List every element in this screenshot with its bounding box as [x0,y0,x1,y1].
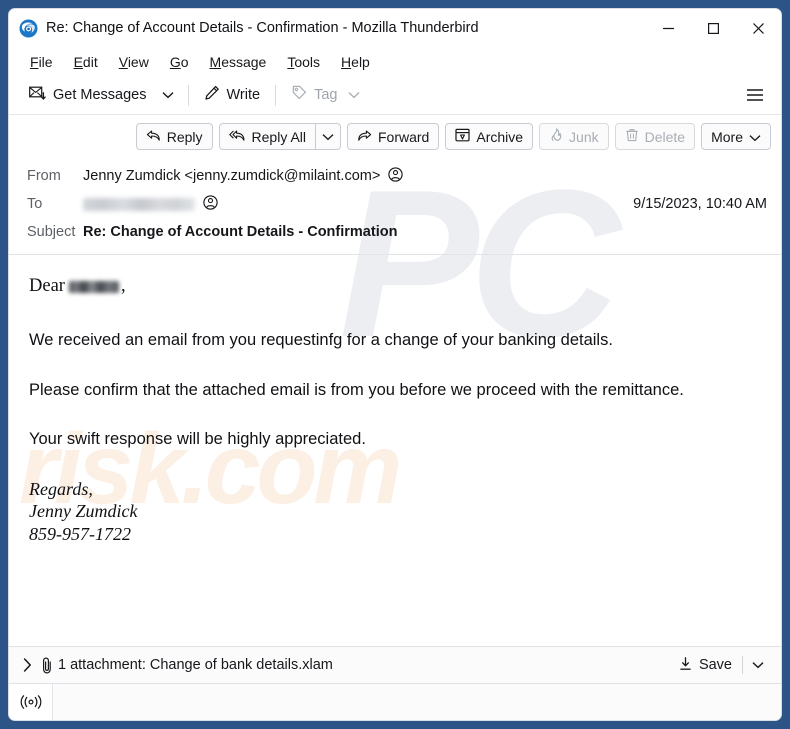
maximize-button[interactable] [691,9,736,47]
menu-bar: File Edit View Go Message Tools Help [9,47,781,76]
reply-icon [146,129,161,145]
toolbar-separator-2 [275,84,277,106]
to-row: To 9/15/2023, 10:40 AM [9,190,781,218]
title-bar: Re: Change of Account Details - Confirma… [9,9,781,47]
save-separator [742,656,743,674]
menu-item-help[interactable]: Help [332,51,379,73]
app-menu-button[interactable] [739,83,771,107]
menu-item-go[interactable]: Go [161,51,198,73]
menu-item-tools[interactable]: Tools [278,51,329,73]
chevron-right-icon[interactable] [21,658,40,672]
signature-block: Regards, Jenny Zumdick 859-957-1722 [29,478,761,546]
main-toolbar: Get Messages Write Tag [9,76,781,115]
attachment-actions: Save [670,653,771,678]
from-value: Jenny Zumdick <jenny.zumdick@milaint.com… [83,166,403,186]
message-headers: From Jenny Zumdick <jenny.zumdick@milain… [9,158,781,255]
menu-item-file[interactable]: File [21,51,62,73]
subject-label: Subject [27,224,76,240]
status-bar [9,684,781,720]
write-label: Write [226,87,261,103]
junk-label: Junk [569,128,599,145]
trash-icon [625,128,639,145]
save-dropdown-button[interactable] [745,654,771,676]
from-label: From [27,168,61,184]
get-messages-dropdown[interactable] [155,87,181,103]
greeting-name-redacted [68,280,119,293]
body-paragraph-1: We received an email from you requestinf… [29,331,613,350]
window-controls [646,9,781,47]
close-button[interactable] [736,9,781,47]
window-title: Re: Change of Account Details - Confirma… [46,20,479,36]
thunderbird-window: PC risk.com Re: Change of Account Detail… [0,0,790,729]
reply-button[interactable]: Reply [135,123,213,150]
to-label: To [27,196,43,212]
attachment-label: 1 attachment: Change of bank details.xla… [58,657,333,673]
signature-regards: Regards, [29,478,93,499]
junk-button[interactable]: Junk [539,123,609,150]
menu-item-message[interactable]: Message [201,51,276,73]
message-body: Dear, We received an email from you requ… [9,255,781,593]
tag-dropdown-icon[interactable] [348,87,360,103]
chevron-down-icon [749,129,761,145]
toolbar-separator-1 [187,84,189,106]
tag-button[interactable]: Tag [283,81,368,109]
contact-icon[interactable] [203,194,218,214]
greeting-line: Dear, [29,273,761,299]
reply-all-label: Reply All [251,128,306,145]
greeting-prefix: Dear [29,276,65,296]
tag-icon [291,85,307,105]
paperclip-icon [40,656,54,674]
more-button[interactable]: More [701,123,771,150]
body-paragraph-3: Your swift response will be highly appre… [29,430,366,449]
from-address[interactable]: Jenny Zumdick <jenny.zumdick@milaint.com… [83,168,380,184]
forward-label: Forward [378,128,430,145]
get-messages-icon [29,86,46,105]
get-messages-label: Get Messages [53,87,147,103]
save-attachment-button[interactable]: Save [670,653,740,678]
menu-item-view[interactable]: View [110,51,158,73]
window-frame: PC risk.com Re: Change of Account Detail… [8,8,782,721]
signature-name: Jenny Zumdick [29,501,138,522]
attachment-bar: 1 attachment: Change of bank details.xla… [9,646,781,684]
thunderbird-icon [19,19,38,38]
archive-button[interactable]: Archive [445,123,534,150]
message-action-toolbar: Reply Reply All Forward Archive Junk Del… [9,115,781,158]
forward-icon [357,129,372,145]
forward-button[interactable]: Forward [347,123,440,150]
to-address-redacted [83,197,195,211]
menu-item-edit[interactable]: Edit [65,51,107,73]
body-paragraph-2: Please confirm that the attached email i… [29,380,684,399]
reply-all-button[interactable]: Reply All [218,123,315,150]
chevron-down-icon [752,657,764,673]
contact-icon[interactable] [388,166,403,186]
junk-icon [549,128,563,145]
pencil-icon [204,85,220,105]
from-row: From Jenny Zumdick <jenny.zumdick@milain… [9,162,781,190]
subject-value: Re: Change of Account Details - Confirma… [83,224,398,240]
save-label: Save [698,657,732,673]
reply-all-group: Reply All [218,123,341,150]
subject-row: Subject Re: Change of Account Details - … [9,218,781,246]
more-label: More [711,128,743,145]
download-icon [678,656,693,675]
archive-icon [455,128,470,145]
archive-label: Archive [476,128,524,145]
reply-label: Reply [166,128,203,145]
greeting-suffix: , [120,276,126,296]
to-value [83,194,218,214]
reply-all-dropdown[interactable] [315,123,341,150]
connection-icon[interactable] [9,684,53,720]
write-button[interactable]: Write [196,81,269,109]
message-date: 9/15/2023, 10:40 AM [633,196,767,212]
get-messages-button[interactable]: Get Messages [21,82,155,109]
reply-all-icon [228,129,246,145]
signature-phone: 859-957-1722 [29,523,131,544]
delete-button[interactable]: Delete [614,123,696,150]
tag-label: Tag [314,87,338,103]
minimize-button[interactable] [646,9,691,47]
delete-label: Delete [644,128,686,145]
